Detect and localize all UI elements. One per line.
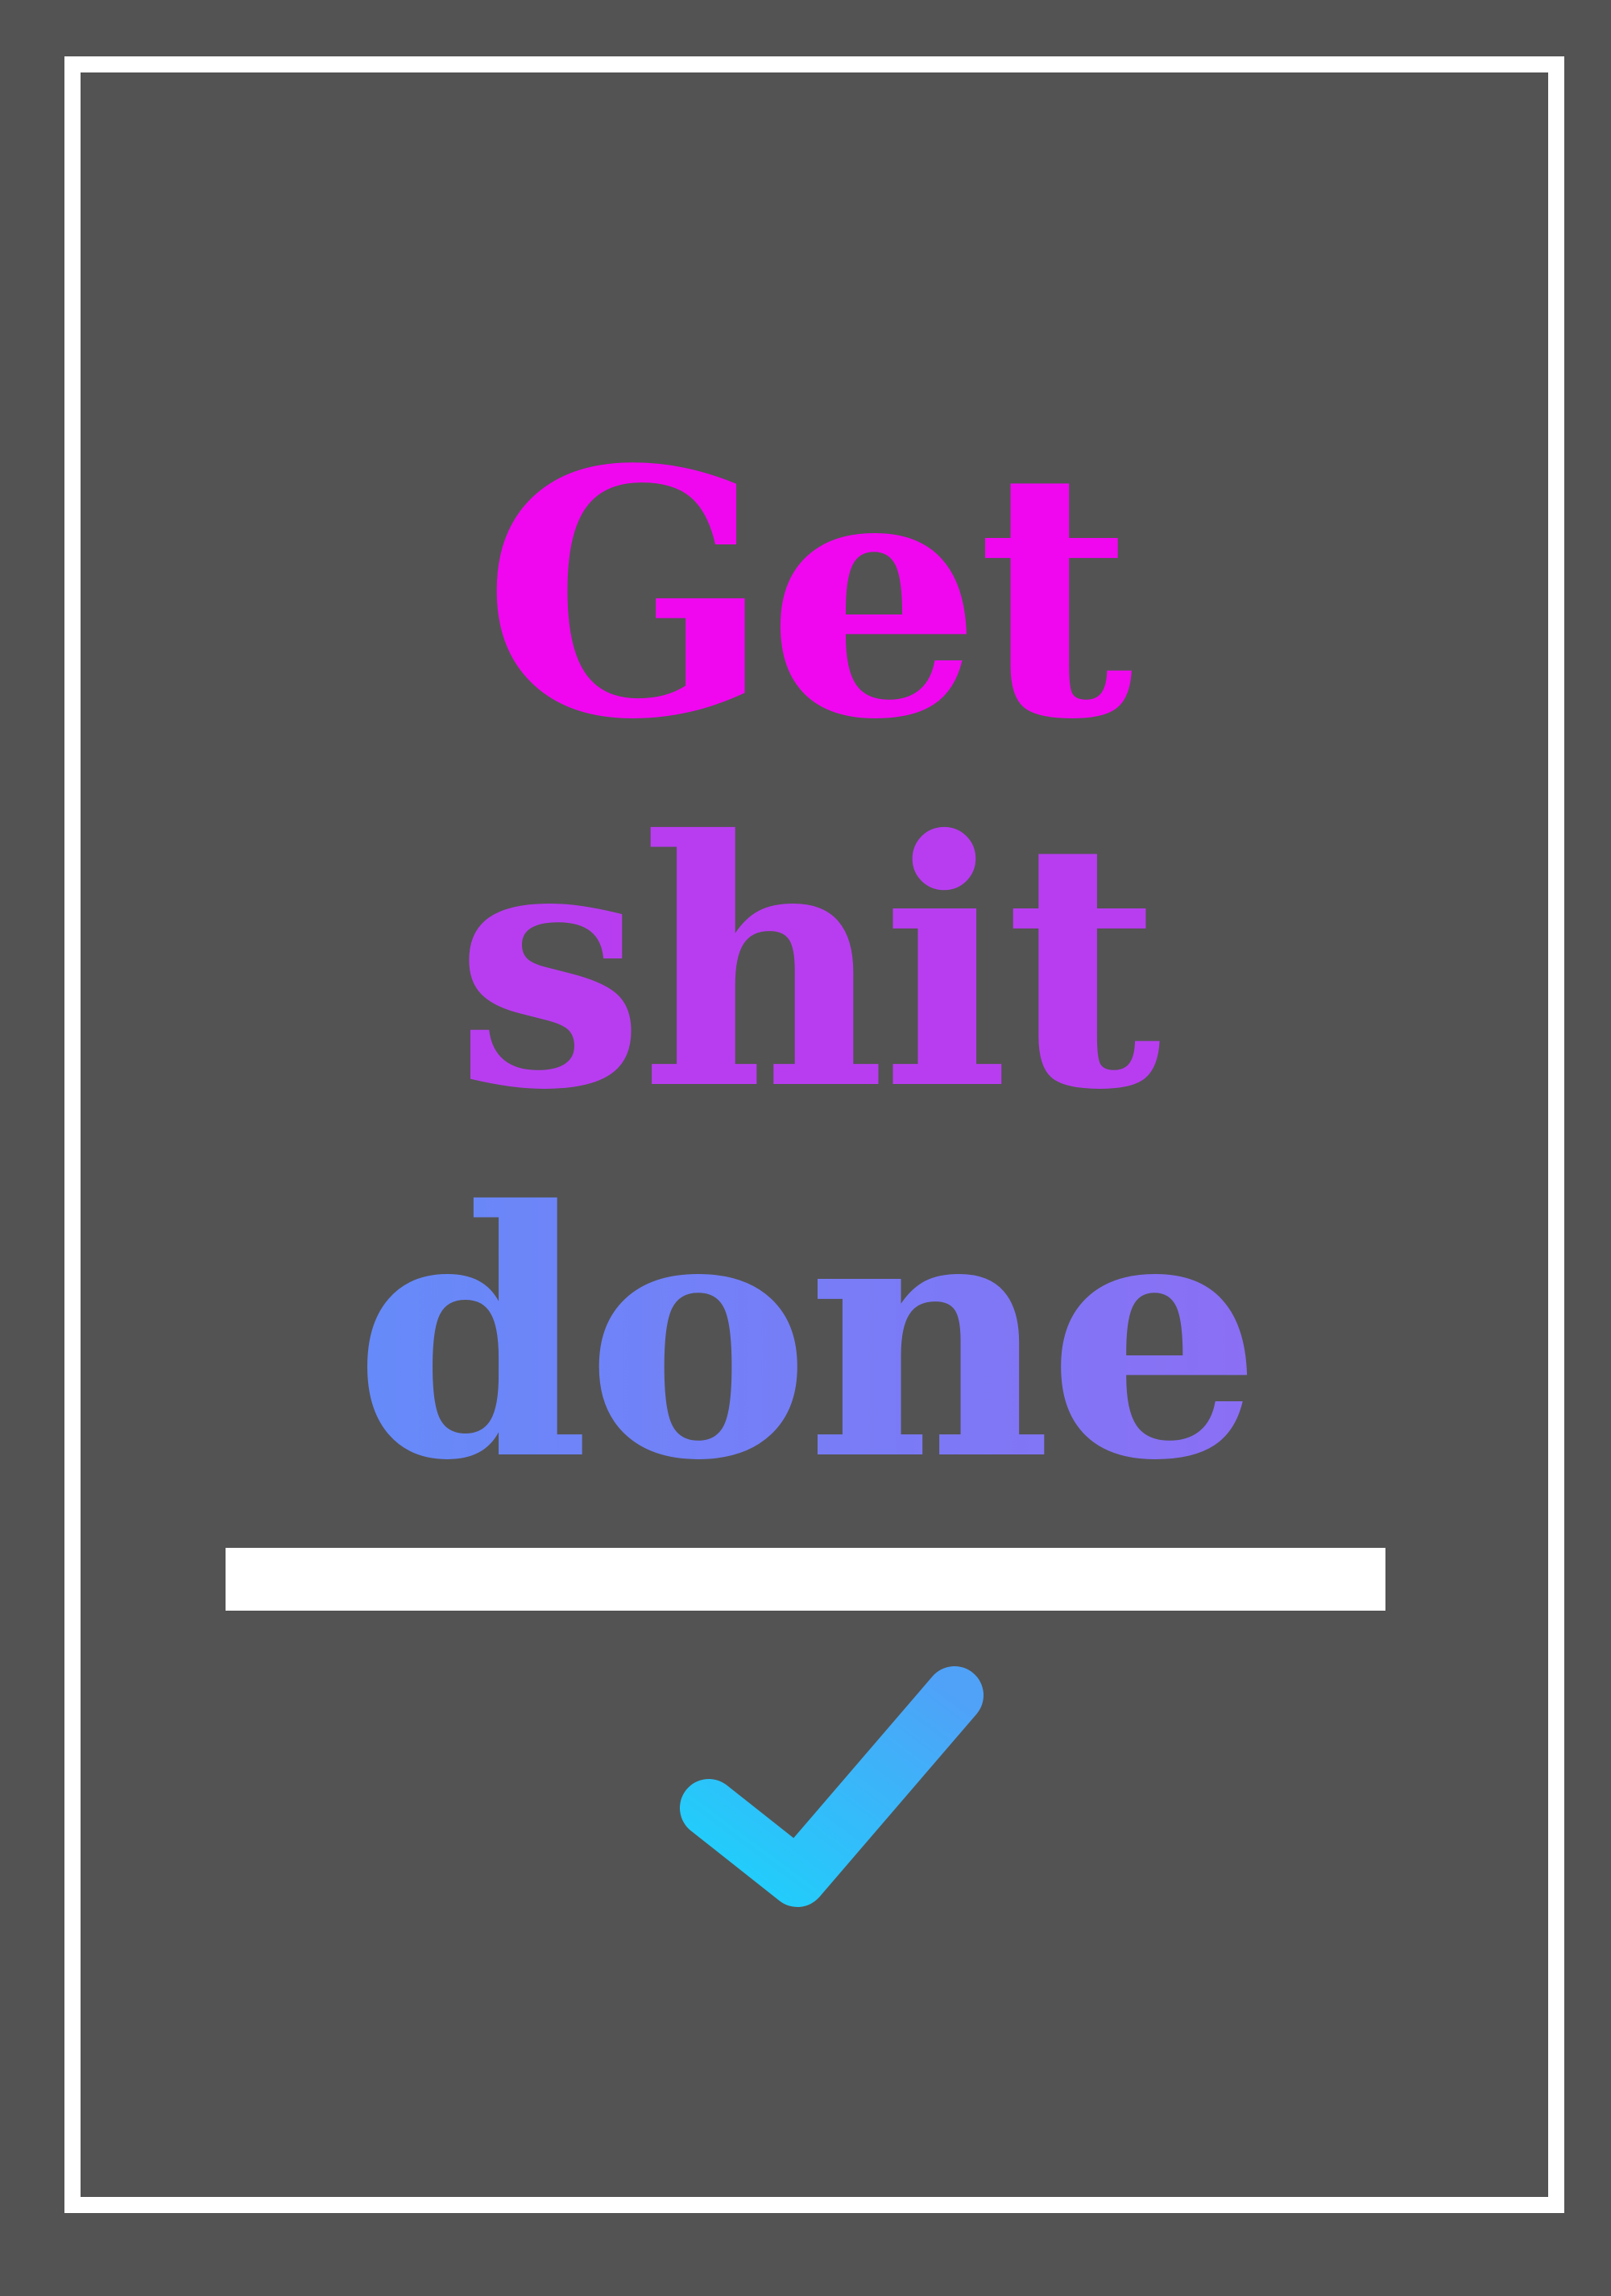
headline-line-1: Get: [482, 397, 1133, 794]
headline-line-3: done: [0, 1168, 1611, 1506]
checkmark-icon: [680, 1666, 984, 1907]
poster: Get shit done: [0, 0, 1611, 2296]
headline-line-2: shit: [454, 767, 1161, 1165]
divider-bar: [226, 1548, 1385, 1611]
